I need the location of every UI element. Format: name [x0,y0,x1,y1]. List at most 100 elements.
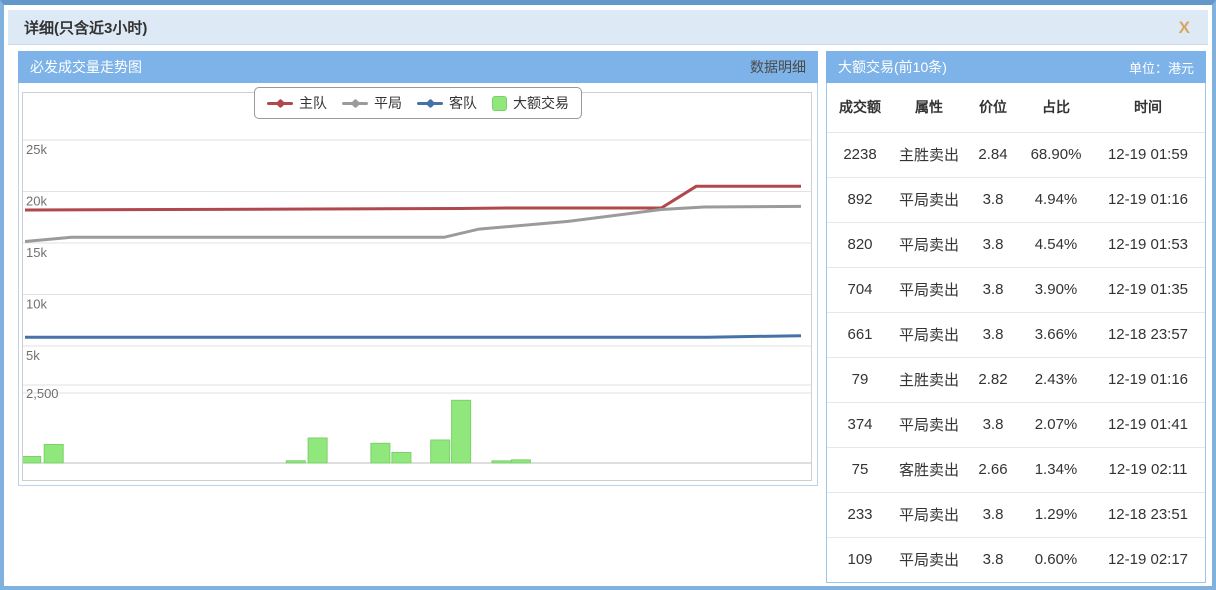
column-header-价位: 价位 [965,83,1021,133]
table-row: 661 平局卖出 3.8 3.66% 12-18 23:57 [827,312,1205,358]
table-cell: 233 [827,492,893,538]
table-cell: 3.8 [965,177,1021,223]
table-cell: 2.43% [1021,357,1091,403]
legend-label: 客队 [449,95,477,111]
dialog-frame: 详细(只含近3小时) X 必发成交量走势图 数据明细 主队 平局 客队 大额交易 25… [0,0,1216,590]
table-cell: 3.8 [965,402,1021,448]
trend-line-主队 [24,184,801,212]
table-cell: 661 [827,312,893,358]
table-cell: 主胜卖出 [893,357,965,403]
table-cell: 2.82 [965,357,1021,403]
trend-line-客队 [25,334,802,339]
table-cell: 12-19 01:16 [1091,357,1205,403]
table-row: 75 客胜卖出 2.66 1.34% 12-19 02:11 [827,447,1205,493]
chart-plot-area: 25k 20k 15k 10k 5k 2,500 [22,92,812,481]
table-cell: 374 [827,402,893,448]
legend-line-marker [417,98,443,108]
table-cell: 75 [827,447,893,493]
y-axis-tick-label: 25k [26,142,47,157]
table-cell: 客胜卖出 [893,447,965,493]
dialog-titlebar: 详细(只含近3小时) X [8,10,1208,45]
table-cell: 平局卖出 [898,552,959,570]
table-cell: 0.60% [1034,551,1078,569]
chart-body: 主队 平局 客队 大额交易 25k 20k 15k 10k 5k 2,500 [18,83,818,486]
y-axis-tick-label-2500: 2,500 [26,386,59,401]
table-cell: 68.90% [1021,132,1091,178]
table-cell: 3.8 [965,312,1021,358]
table-cell: 1.29% [1021,492,1091,538]
table-cell: 12-19 02:11 [1091,447,1205,493]
table-cell: 12-19 01:59 [1091,132,1205,178]
dialog-title: 详细(只含近3小时) [24,19,148,37]
chart-panel-header: 必发成交量走势图 数据明细 [18,51,818,83]
table-row: 2238 主胜卖出 2.84 68.90% 12-19 01:59 [827,132,1205,178]
table-row: 79 主胜卖出 2.82 2.43% 12-19 01:16 [827,357,1205,403]
table-row: 233 平局卖出 3.8 1.29% 12-18 23:51 [827,492,1205,538]
table-cell: 主胜卖出 [893,132,965,178]
large-trade-bar [370,442,391,464]
large-trade-bar [391,452,412,464]
table-cell: 4.94% [1021,177,1091,223]
table-cell: 12-19 01:53 [1091,222,1205,268]
large-trade-bar [285,460,306,464]
trend-line-平局 [24,204,802,243]
table-cell: 3.90% [1021,267,1091,313]
legend-item-2[interactable]: 平局 [342,93,402,113]
table-cell: 892 [827,177,893,223]
table-cell: 109 [847,551,873,569]
table-row: 704 平局卖出 3.8 3.90% 12-19 01:35 [827,267,1205,313]
chart-legend: 主队 平局 客队 大额交易 [254,87,582,119]
table-cell: 平局卖出 [893,492,965,538]
large-trade-bar [23,456,42,464]
table-cell: 12-19 02:17 [1107,551,1189,569]
table-cell: 2.07% [1021,402,1091,448]
legend-square-marker [492,95,507,111]
y-axis-tick-label: 15k [26,245,47,260]
legend-item-4[interactable]: 大额交易 [492,93,569,113]
y-axis-tick-label: 20k [26,194,47,209]
large-trade-bar [430,439,451,464]
close-icon[interactable]: X [1179,19,1190,36]
large-trade-bar [43,444,64,464]
table-cell: 704 [827,267,893,313]
table-cell: 3.8 [965,222,1021,268]
table-cell: 平局卖出 [893,267,965,313]
large-trade-bar [307,437,328,464]
large-trades-panel: 大额交易(前10条) 单位：港元 成交额 属性 价位 占比 时间 2238 主胜卖出 2.8… [826,51,1206,583]
table-cell: 2238 [827,132,893,178]
table-cell: 2.66 [965,447,1021,493]
legend-line-marker [342,98,368,108]
table-cell: 12-18 23:57 [1091,312,1205,358]
table-cell: 平局卖出 [893,402,965,448]
legend-item-1[interactable]: 主队 [267,93,327,113]
legend-label: 平局 [374,95,402,111]
table-row: 892 平局卖出 3.8 4.94% 12-19 01:16 [827,177,1205,223]
legend-label: 主队 [299,95,327,111]
legend-item-3[interactable]: 客队 [417,93,477,113]
table-row: 820 平局卖出 3.8 4.54% 12-19 01:53 [827,222,1205,268]
data-detail-link[interactable]: 数据明细 [750,57,806,77]
table-cell: 79 [827,357,893,403]
y-axis-tick-label: 5k [26,348,40,363]
column-header-属性: 属性 [893,83,965,133]
trades-panel-title: 大额交易(前10条) [838,59,947,75]
large-trades-table: 成交额 属性 价位 占比 时间 2238 主胜卖出 2.84 68.90% 12-19 01:5… [827,83,1205,582]
table-cell: 3.8 [982,551,1004,569]
table-header-row: 成交额 属性 价位 占比 时间 [827,83,1205,133]
table-cell: 12-18 23:51 [1091,492,1205,538]
trades-panel-header: 大额交易(前10条) 单位：港元 [826,51,1206,83]
table-cell: 12-19 01:35 [1091,267,1205,313]
table-row: 109 平局卖出 3.8 0.60% 12-19 02:17 [827,537,1205,582]
unit-label: 单位：港元 [1128,60,1194,76]
table-cell: 1.34% [1021,447,1091,493]
large-trade-bar [451,399,472,464]
column-header-成交额: 成交额 [827,83,893,133]
table-cell: 3.8 [965,267,1021,313]
table-row: 374 平局卖出 3.8 2.07% 12-19 01:41 [827,402,1205,448]
chart-panel-title: 必发成交量走势图 [30,59,142,75]
legend-label: 大额交易 [513,95,569,111]
y-axis-tick-label: 10k [26,297,47,312]
table-cell: 12-19 01:16 [1091,177,1205,223]
volume-chart-panel: 必发成交量走势图 数据明细 主队 平局 客队 大额交易 25k 20k 15k 10k 5k 2… [18,51,818,486]
column-header-时间: 时间 [1091,83,1205,133]
